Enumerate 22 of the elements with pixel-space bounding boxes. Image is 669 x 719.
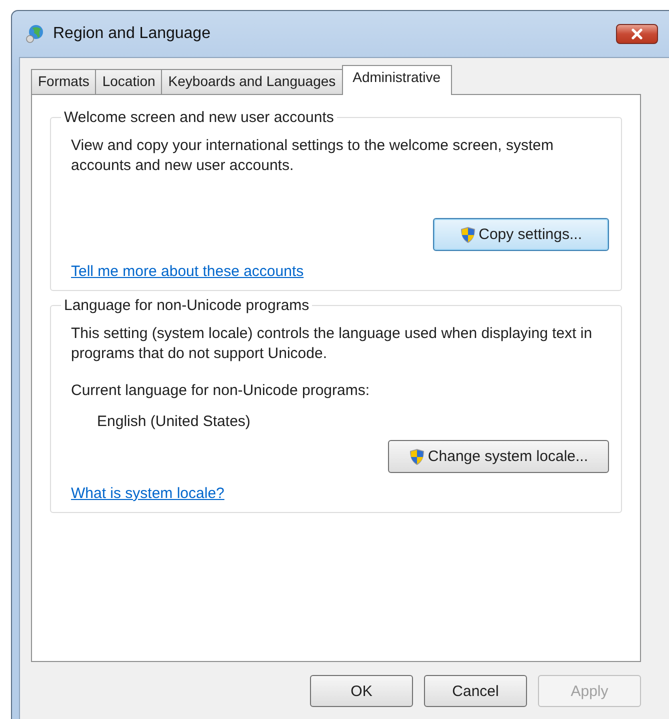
group-title: Welcome screen and new user accounts	[63, 109, 335, 126]
window-title: Region and Language	[53, 25, 210, 43]
current-language-label: Current language for non-Unicode programs:	[71, 382, 370, 399]
dialog-button[interactable]: OK	[310, 675, 413, 707]
shield-button[interactable]: Copy settings...	[432, 218, 609, 251]
close-icon	[630, 28, 644, 40]
close-button[interactable]	[616, 24, 658, 44]
shield-button[interactable]: Change system locale...	[388, 440, 609, 473]
group-title: Language for non-Unicode programs	[63, 297, 310, 314]
shield-icon	[408, 448, 425, 466]
globe-icon	[25, 24, 45, 44]
description-text: View and copy your international settings to the welcome screen, system accounts and new user accounts.	[71, 136, 554, 176]
current-language-value: English (United States)	[97, 413, 252, 430]
tab[interactable]: Location	[95, 69, 162, 94]
help-link[interactable]: Tell me more about these accounts	[71, 263, 304, 280]
tab[interactable]: Keyboards and Languages	[161, 69, 343, 94]
tab[interactable]: Administrative	[342, 65, 452, 95]
description-text: This setting (system locale) controls the language used when displaying text in programs that do not support Unicode.	[71, 324, 594, 364]
shield-icon	[460, 226, 476, 244]
dialog-button[interactable]: Cancel	[424, 675, 527, 707]
tab[interactable]: Formats	[31, 69, 96, 94]
help-link[interactable]: What is system locale?	[71, 485, 224, 502]
